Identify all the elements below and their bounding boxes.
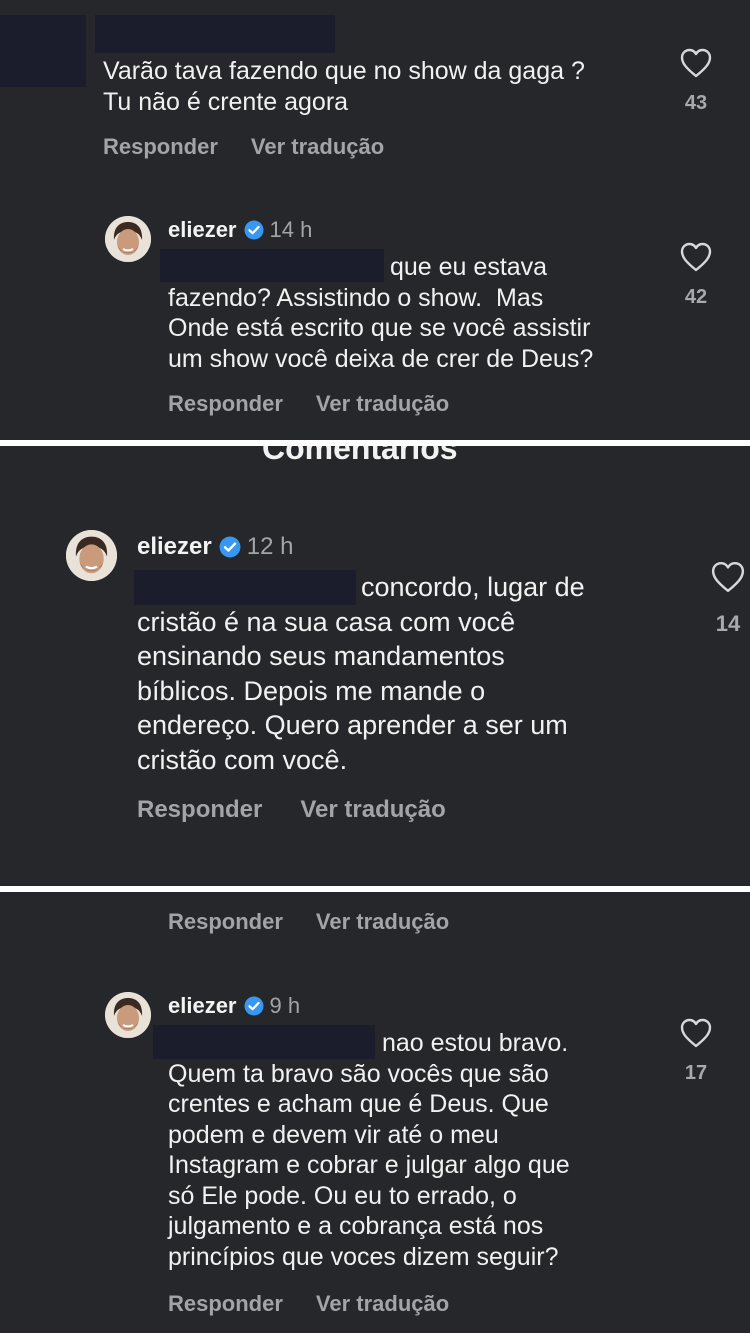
profile-avatar-image xyxy=(105,992,151,1038)
like-count: 42 xyxy=(684,286,708,308)
reply-line: Instagram e cobrar e julgar algo que xyxy=(168,1151,570,1179)
timestamp: 14 h xyxy=(269,217,313,242)
comment-panel-2: Comentários eliezer 12 h concordo, lugar… xyxy=(0,446,750,886)
like-button[interactable]: 17 xyxy=(671,1018,721,1085)
like-button[interactable]: 42 xyxy=(671,242,721,309)
username[interactable]: eliezer xyxy=(137,533,212,561)
comment-line: Tu não é crente agora xyxy=(103,87,349,116)
comment-panel-3: Responder Ver tradução eliezer 9 h nao es… xyxy=(0,892,750,1333)
reply-header: eliezer 14 h xyxy=(168,217,312,243)
reply-line: Onde está escrito que se você assistir xyxy=(168,314,591,342)
reply-line: endereço. Quero aprender a ser um xyxy=(137,710,568,740)
reply-header: eliezer 12 h xyxy=(137,533,293,561)
reply-line: bíblicos. Depois me mande o xyxy=(137,675,486,706)
avatar[interactable] xyxy=(66,530,117,581)
heart-outline-icon xyxy=(711,561,745,593)
username[interactable]: eliezer xyxy=(168,217,237,243)
reply-line: cristão com você. xyxy=(137,744,348,775)
comment-panel-1: Varão tava fazendo que no show da gaga ?… xyxy=(0,0,750,440)
verified-badge-icon xyxy=(244,220,263,240)
translate-button[interactable]: Ver tradução xyxy=(316,1291,449,1317)
reply-actions: Responder Ver tradução xyxy=(168,391,449,417)
reply-line: Quem ta bravo são vocês que são xyxy=(168,1059,549,1088)
comment-line: Varão tava fazendo que no show da gaga ? xyxy=(103,57,585,85)
reply-actions: Responder Ver tradução xyxy=(137,796,446,824)
heart-outline-icon xyxy=(680,48,712,78)
reply-button[interactable]: Responder xyxy=(168,1291,283,1317)
translate-button[interactable]: Ver tradução xyxy=(300,796,445,824)
heart-outline-icon xyxy=(680,242,712,272)
comment-actions: Responder Ver tradução xyxy=(103,134,384,160)
timestamp: 12 h xyxy=(246,533,294,560)
redacted-avatar xyxy=(0,15,86,87)
comment-text: Varão tava fazendo que no show da gaga ?… xyxy=(103,56,585,117)
reply-button[interactable]: Responder xyxy=(103,134,218,160)
section-header: Comentários xyxy=(262,446,458,466)
like-button[interactable]: 14 xyxy=(703,561,750,637)
reply-line: nao estou bravo. xyxy=(382,1029,569,1057)
reply-line: só Ele pode. Ou eu to errado, o xyxy=(168,1181,517,1210)
timestamp: 9 h xyxy=(269,993,301,1018)
translate-button[interactable]: Ver tradução xyxy=(316,909,449,935)
reply-text: nao estou bravo. Quem ta bravo são vocês… xyxy=(168,1028,570,1272)
reply-button[interactable]: Responder xyxy=(168,909,283,935)
like-count: 14 xyxy=(715,611,741,636)
translate-button[interactable]: Ver tradução xyxy=(316,391,449,417)
reply-line: crentes e acham que é Deus. Que xyxy=(168,1090,549,1118)
reply-header: eliezer 9 h xyxy=(168,993,300,1019)
verified-badge-icon xyxy=(244,996,263,1016)
reply-line: concordo, lugar de xyxy=(361,572,585,602)
reply-line: princípios que voces dizem seguir? xyxy=(168,1242,559,1271)
avatar[interactable] xyxy=(105,216,151,262)
username[interactable]: eliezer xyxy=(168,993,237,1019)
reply-line: fazendo? Assistindo o show. Mas xyxy=(168,283,544,312)
profile-avatar-image xyxy=(105,216,151,262)
reply-button[interactable]: Responder xyxy=(168,391,283,417)
verified-badge-icon xyxy=(219,536,241,558)
reply-text: concordo, lugar de cristão é na sua casa… xyxy=(137,570,585,777)
like-button[interactable]: 43 xyxy=(671,48,721,115)
reply-line: um show você deixa de crer de Deus? xyxy=(168,344,594,373)
reply-text: que eu estava fazendo? Assistindo o show… xyxy=(168,252,593,374)
reply-line: podem e devem vir até o meu xyxy=(168,1120,499,1149)
like-count: 43 xyxy=(684,92,708,114)
reply-line: que eu estava xyxy=(390,253,548,281)
like-count: 17 xyxy=(684,1062,708,1084)
reply-line: cristão é na sua casa com você xyxy=(137,606,516,637)
avatar[interactable] xyxy=(105,992,151,1038)
profile-avatar-image xyxy=(66,530,117,581)
reply-actions: Responder Ver tradução xyxy=(168,1291,449,1317)
comment-actions: Responder Ver tradução xyxy=(168,909,449,935)
reply-button[interactable]: Responder xyxy=(137,796,262,824)
heart-outline-icon xyxy=(680,1018,712,1048)
redacted-username xyxy=(95,15,335,53)
reply-line: ensinando seus mandamentos xyxy=(137,641,505,671)
reply-line: julgamento e a cobrança está nos xyxy=(168,1212,544,1240)
translate-button[interactable]: Ver tradução xyxy=(251,134,384,160)
